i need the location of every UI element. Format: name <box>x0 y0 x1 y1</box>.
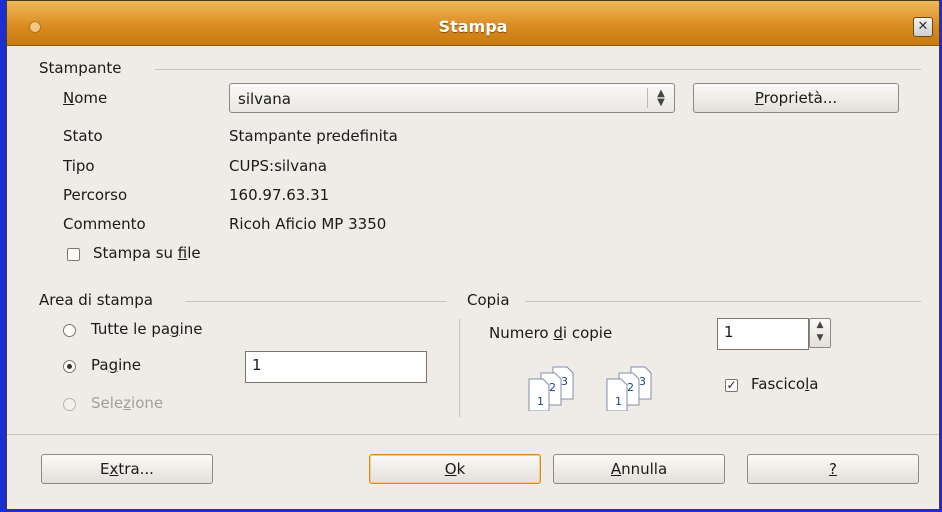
selection-radio[interactable] <box>63 398 76 411</box>
copies-count-label: Numero di copie <box>489 324 613 342</box>
copies-count-input[interactable]: 1 <box>717 318 809 350</box>
printer-select-value: silvana <box>238 90 291 108</box>
print-to-file-label[interactable]: Stampa su file <box>93 244 201 262</box>
properties-button[interactable]: Proprietà... <box>693 83 899 113</box>
window-title: Stampa <box>438 17 508 36</box>
status-value: Stampante predefinita <box>229 127 398 145</box>
all-pages-label[interactable]: Tutte le pagine <box>91 320 202 338</box>
path-label: Percorso <box>63 186 128 204</box>
section-vertical-divider <box>459 319 460 417</box>
extra-button[interactable]: Extra... <box>41 454 213 484</box>
pages-input[interactable]: 1 <box>245 351 427 383</box>
copies-header: Copia <box>467 291 510 309</box>
close-icon[interactable]: ✕ <box>913 17 933 37</box>
svg-text:3: 3 <box>639 375 646 388</box>
svg-text:3: 3 <box>561 375 568 388</box>
svg-text:1: 1 <box>537 395 544 408</box>
copies-divider <box>525 301 921 302</box>
collate-checkbox[interactable]: ✓ <box>725 379 738 392</box>
path-value: 160.97.63.31 <box>229 186 330 204</box>
printer-section-header: Stampante <box>39 59 122 77</box>
print-area-header: Area di stampa <box>39 291 153 309</box>
all-pages-radio[interactable] <box>63 324 76 337</box>
selection-label[interactable]: Selezione <box>91 394 163 412</box>
status-label: Stato <box>63 127 103 145</box>
printer-section-divider <box>155 69 921 70</box>
title-bar[interactable]: Stampa ✕ <box>7 1 939 46</box>
print-to-file-checkbox[interactable] <box>67 248 80 261</box>
pages-radio[interactable] <box>63 360 76 373</box>
ok-button[interactable]: Ok <box>369 454 541 484</box>
print-dialog: Stampa ✕ Stampante Nome silvana ▲ ▼ Propr… <box>6 0 940 510</box>
collate-pages-icon: 3 2 1 <box>606 366 652 411</box>
name-label: Nome <box>63 89 108 107</box>
svg-text:2: 2 <box>549 381 556 394</box>
svg-text:1: 1 <box>615 395 622 408</box>
cancel-button[interactable]: Annulla <box>553 454 725 484</box>
printer-select[interactable]: silvana ▲ ▼ <box>229 83 675 113</box>
copies-spinner[interactable]: ▲ ▼ <box>809 318 831 348</box>
button-row-divider <box>7 434 939 435</box>
type-value: CUPS:silvana <box>229 157 327 175</box>
comment-label: Commento <box>63 215 146 233</box>
type-label: Tipo <box>63 157 95 175</box>
svg-text:2: 2 <box>627 381 634 394</box>
collate-label[interactable]: Fascicola <box>751 375 818 393</box>
collate-pages-icon: 3 2 1 <box>528 366 574 411</box>
updown-arrows-icon: ▲ ▼ <box>657 88 665 108</box>
pages-label[interactable]: Pagine <box>91 356 141 374</box>
printer-select-separator <box>647 88 648 108</box>
print-area-divider <box>185 301 447 302</box>
help-button[interactable]: ? <box>747 454 919 484</box>
comment-value: Ricoh Aficio MP 3350 <box>229 215 387 233</box>
